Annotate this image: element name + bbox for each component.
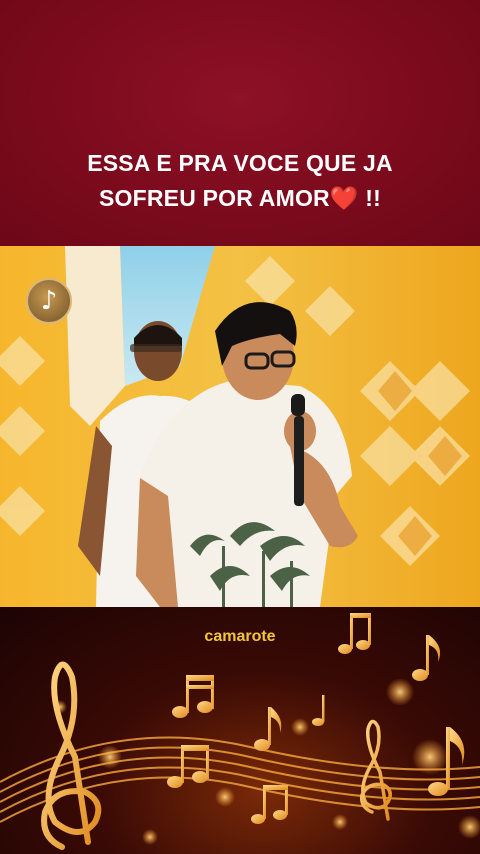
headline-line-2-text: SOFREU POR AMOR [98, 185, 330, 211]
caption-label: camarote [204, 628, 276, 645]
music-note-icon[interactable]: ♪ [26, 278, 72, 324]
headline-line-1: ESSA E PRA VOCE QUE JA [87, 150, 393, 176]
headline-line-2: SOFREU POR AMOR❤️ !! [20, 181, 460, 216]
music-note-glyph: ♪ [40, 286, 58, 316]
heart-icon: ❤️ [329, 185, 359, 211]
headline-text: ESSA E PRA VOCE QUE JA SOFREU POR AMOR❤️… [20, 146, 460, 216]
headline-line-2-suffix: !! [358, 185, 382, 211]
video-scene [0, 246, 480, 607]
microphone [291, 394, 305, 416]
screen: ESSA E PRA VOCE QUE JA SOFREU POR AMOR❤️… [0, 0, 480, 854]
video-frame[interactable] [0, 246, 480, 607]
treble-clef-icon [41, 661, 102, 850]
